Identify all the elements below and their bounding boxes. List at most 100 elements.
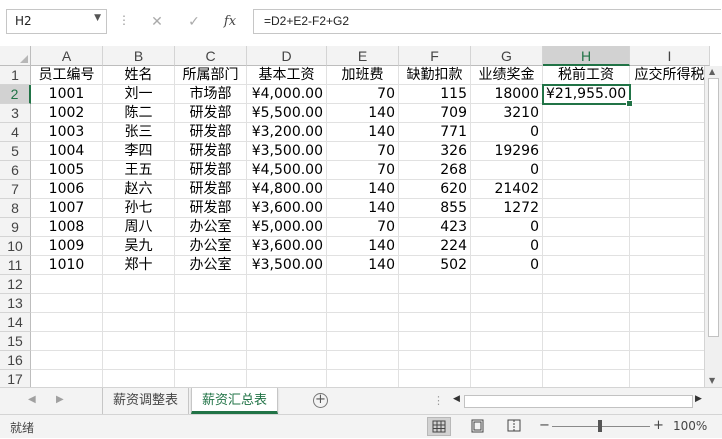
cell-c10[interactable]: 办公室 [175,237,247,256]
cell-d3[interactable]: ¥5,500.00 [247,104,327,123]
cell-i4[interactable] [630,123,710,142]
cell-d13[interactable] [247,294,327,313]
row-header-11[interactable]: 11 [0,256,31,275]
row-header-7[interactable]: 7 [0,180,31,199]
cell-h4[interactable] [543,123,630,142]
cell-e9[interactable]: 70 [327,218,399,237]
cell-d14[interactable] [247,313,327,332]
zoom-slider-thumb[interactable] [598,420,602,432]
page-layout-view-button[interactable] [466,417,490,436]
cell-i3[interactable] [630,104,710,123]
column-header-d[interactable]: D [247,46,327,66]
cell-d7[interactable]: ¥4,800.00 [247,180,327,199]
enter-icon[interactable]: ✓ [180,11,208,33]
cell-g17[interactable] [471,370,543,387]
row-header-5[interactable]: 5 [0,142,31,161]
cell-g3[interactable]: 3210 [471,104,543,123]
cell-e12[interactable] [327,275,399,294]
cell-i2[interactable] [630,85,710,104]
cell-b12[interactable] [103,275,175,294]
page-break-view-button[interactable] [503,417,527,436]
scroll-left-icon[interactable]: ◀ [453,394,460,404]
cell-f12[interactable] [399,275,471,294]
column-header-a[interactable]: A [31,46,103,66]
column-header-b[interactable]: B [103,46,175,66]
cell-f13[interactable] [399,294,471,313]
header-cell-c[interactable]: 所属部门 [175,66,247,85]
zoom-in-button[interactable]: + [653,418,664,433]
cell-c8[interactable]: 研发部 [175,199,247,218]
cell-e13[interactable] [327,294,399,313]
header-cell-g[interactable]: 业绩奖金 [471,66,543,85]
cell-a16[interactable] [31,351,103,370]
cell-f7[interactable]: 620 [399,180,471,199]
cell-c17[interactable] [175,370,247,387]
cell-h17[interactable] [543,370,630,387]
name-box[interactable]: H2 ▼ [6,9,107,34]
cell-f3[interactable]: 709 [399,104,471,123]
row-header-15[interactable]: 15 [0,332,31,351]
row-header-1[interactable]: 1 [0,66,31,85]
tab-split-handle-icon[interactable]: ⋮ [433,394,444,407]
cell-i6[interactable] [630,161,710,180]
cell-a8[interactable]: 1007 [31,199,103,218]
cell-h12[interactable] [543,275,630,294]
cell-e7[interactable]: 140 [327,180,399,199]
cell-a12[interactable] [31,275,103,294]
cell-e14[interactable] [327,313,399,332]
cell-a15[interactable] [31,332,103,351]
cell-d10[interactable]: ¥3,600.00 [247,237,327,256]
row-header-6[interactable]: 6 [0,161,31,180]
cell-h2[interactable]: ¥21,955.00 [542,84,631,105]
chevron-down-icon[interactable]: ▼ [94,13,101,23]
cell-h6[interactable] [543,161,630,180]
cell-d4[interactable]: ¥3,200.00 [247,123,327,142]
cell-g15[interactable] [471,332,543,351]
cell-a2[interactable]: 1001 [31,85,103,104]
cell-g10[interactable]: 0 [471,237,543,256]
scroll-up-icon[interactable]: ▲ [709,67,715,76]
next-sheet-icon[interactable]: ▶ [56,394,64,405]
cell-i10[interactable] [630,237,710,256]
cell-c3[interactable]: 研发部 [175,104,247,123]
cell-a3[interactable]: 1002 [31,104,103,123]
cell-c15[interactable] [175,332,247,351]
cell-a9[interactable]: 1008 [31,218,103,237]
row-header-8[interactable]: 8 [0,199,31,218]
horizontal-scroll-thumb[interactable] [464,395,693,408]
cell-h11[interactable] [543,256,630,275]
cell-b4[interactable]: 张三 [103,123,175,142]
vertical-scrollbar[interactable]: ▲ ▼ [704,66,722,387]
cell-h14[interactable] [543,313,630,332]
cell-g8[interactable]: 1272 [471,199,543,218]
cell-i14[interactable] [630,313,710,332]
cell-d5[interactable]: ¥3,500.00 [247,142,327,161]
cell-h5[interactable] [543,142,630,161]
cell-f11[interactable]: 502 [399,256,471,275]
cell-g12[interactable] [471,275,543,294]
cell-c13[interactable] [175,294,247,313]
cell-i11[interactable] [630,256,710,275]
cell-h13[interactable] [543,294,630,313]
more-options-icon[interactable]: ⋮ [118,13,130,27]
column-header-i[interactable]: I [630,46,710,66]
row-header-9[interactable]: 9 [0,218,31,237]
cell-e4[interactable]: 140 [327,123,399,142]
fill-handle[interactable] [626,100,633,107]
cell-h3[interactable] [543,104,630,123]
add-sheet-icon[interactable]: + [313,393,328,408]
cell-d9[interactable]: ¥5,000.00 [247,218,327,237]
cell-f2[interactable]: 115 [399,85,471,104]
cell-h10[interactable] [543,237,630,256]
cell-f9[interactable]: 423 [399,218,471,237]
cell-f15[interactable] [399,332,471,351]
cell-e17[interactable] [327,370,399,387]
cell-f14[interactable] [399,313,471,332]
cell-g2[interactable]: 18000 [471,85,543,104]
cell-b16[interactable] [103,351,175,370]
cell-f5[interactable]: 326 [399,142,471,161]
cell-f4[interactable]: 771 [399,123,471,142]
column-header-c[interactable]: C [175,46,247,66]
cell-b9[interactable]: 周八 [103,218,175,237]
cell-d11[interactable]: ¥3,500.00 [247,256,327,275]
